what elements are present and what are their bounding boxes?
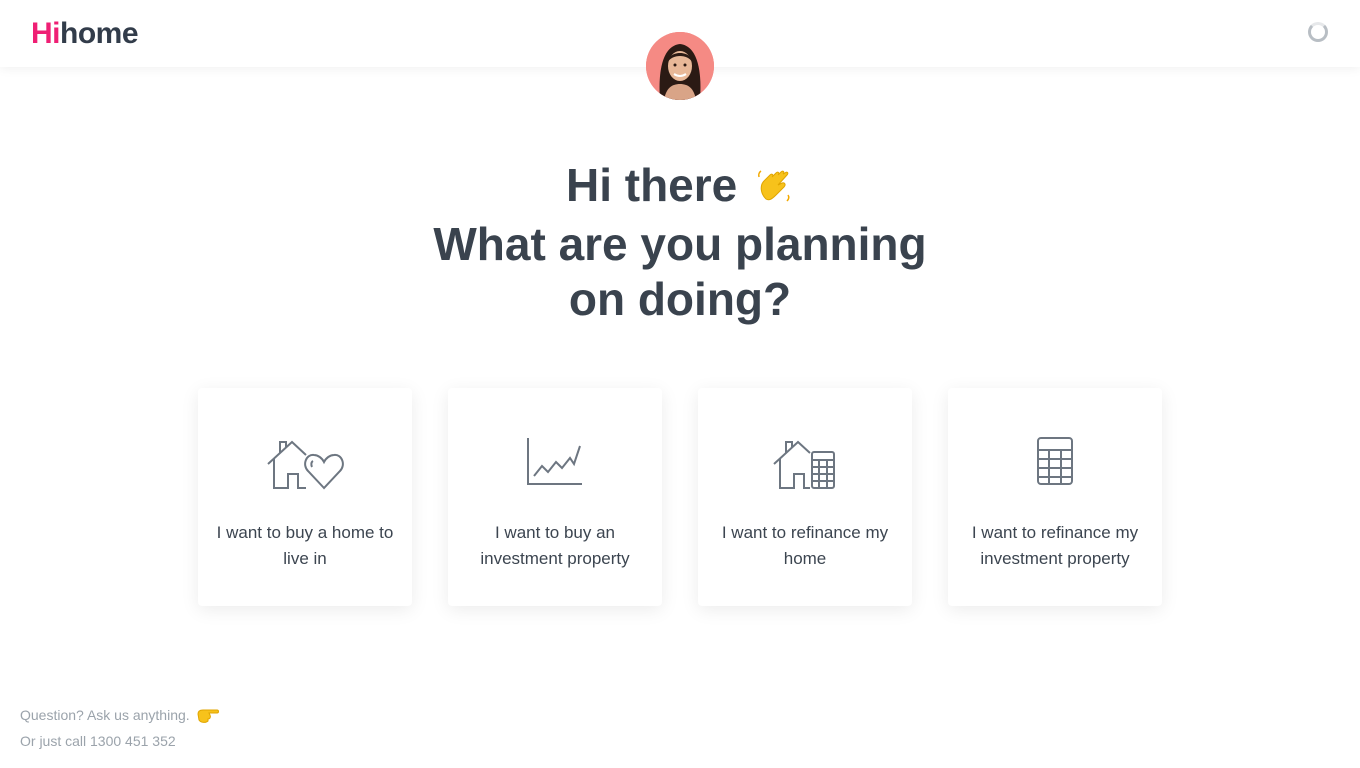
greeting-line: Hi there bbox=[330, 158, 1030, 217]
logo-hi: Hi bbox=[31, 17, 61, 50]
greeting-text: Hi there bbox=[565, 159, 738, 211]
option-buy-home[interactable]: I want to buy a home to live in bbox=[198, 388, 412, 606]
house-calculator-icon bbox=[698, 436, 912, 496]
option-label: I want to buy a home to live in bbox=[216, 523, 394, 568]
calculator-icon bbox=[948, 436, 1162, 496]
option-label: I want to refinance my home bbox=[721, 523, 889, 568]
house-heart-icon bbox=[198, 436, 412, 496]
page-heading: Hi there What are you planning on doing? bbox=[330, 158, 1030, 327]
help-question-line: Question? Ask us anything. bbox=[20, 704, 220, 730]
pointing-hand-icon bbox=[196, 706, 220, 730]
help-question[interactable]: Question? Ask us anything. bbox=[20, 707, 190, 723]
question-line-1: What are you planning bbox=[433, 218, 927, 270]
option-refinance-home[interactable]: I want to refinance my home bbox=[698, 388, 912, 606]
logo-home: home bbox=[60, 17, 139, 50]
help-footer: Question? Ask us anything. Or just call … bbox=[20, 704, 220, 752]
advisor-avatar bbox=[646, 32, 714, 100]
call-line[interactable]: Or just call 1300 451 352 bbox=[20, 730, 220, 752]
loading-spinner-icon bbox=[1308, 22, 1328, 42]
option-label: I want to refinance my investment proper… bbox=[971, 523, 1139, 568]
option-buy-investment[interactable]: I want to buy an investment property bbox=[448, 388, 662, 606]
option-label: I want to buy an investment property bbox=[480, 523, 630, 568]
waving-hand-icon bbox=[754, 162, 794, 217]
question-line-2: on doing? bbox=[568, 273, 792, 325]
option-cards: I want to buy a home to live in I want t… bbox=[198, 388, 1162, 606]
option-refinance-investment[interactable]: I want to refinance my investment proper… bbox=[948, 388, 1162, 606]
hihome-logo[interactable]: Hihome bbox=[31, 17, 139, 51]
line-chart-icon bbox=[448, 436, 662, 496]
